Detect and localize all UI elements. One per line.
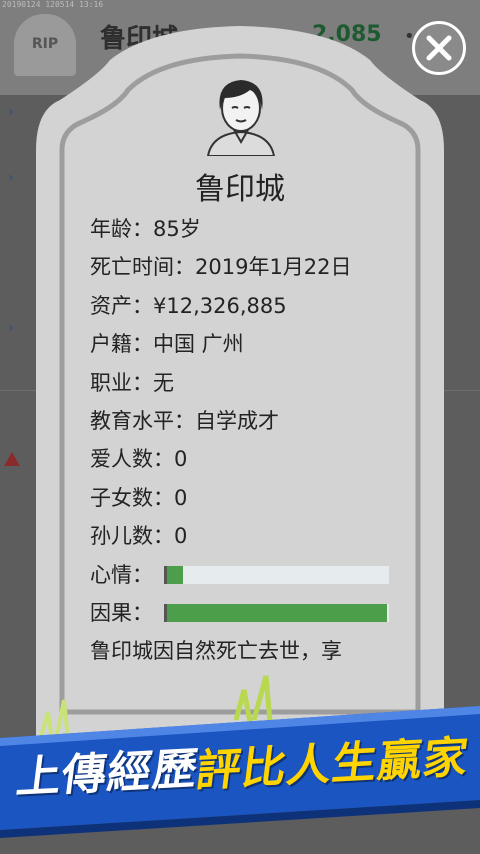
mood-label: 心情： [90,562,153,587]
field-assets: 资产：¥12,326,885 [90,293,287,318]
mood-bar-fill [167,565,183,584]
field-spouses: 爱人数：0 [90,447,188,472]
epitaph-details: 年龄：85岁 死亡时间：2019年1月22日 资产：¥12,326,885 户籍… [90,210,390,670]
close-icon [426,35,452,61]
mood-row: 心情： [90,556,390,594]
karma-bar [164,603,389,622]
death-description: 鲁印城因自然死亡去世，享 [90,639,342,663]
field-children: 子女数：0 [90,485,188,510]
banner-text-upload: 上傳經歷 [13,743,202,804]
deceased-name: 鲁印城 [195,172,285,207]
close-button[interactable] [412,21,466,75]
avatar [206,80,276,156]
karma-row: 因果： [90,594,390,632]
field-occupation: 职业：无 [90,370,174,395]
mood-bar [164,565,389,584]
field-hometown: 户籍：中国 广州 [90,332,244,357]
karma-label: 因果： [90,600,153,625]
field-education: 教育水平：自学成才 [90,408,279,433]
karma-bar-fill [167,603,387,622]
field-grandchildren: 孙儿数：0 [90,524,188,549]
field-death-time: 死亡时间：2019年1月22日 [90,255,352,280]
field-age: 年龄：85岁 [90,217,201,241]
